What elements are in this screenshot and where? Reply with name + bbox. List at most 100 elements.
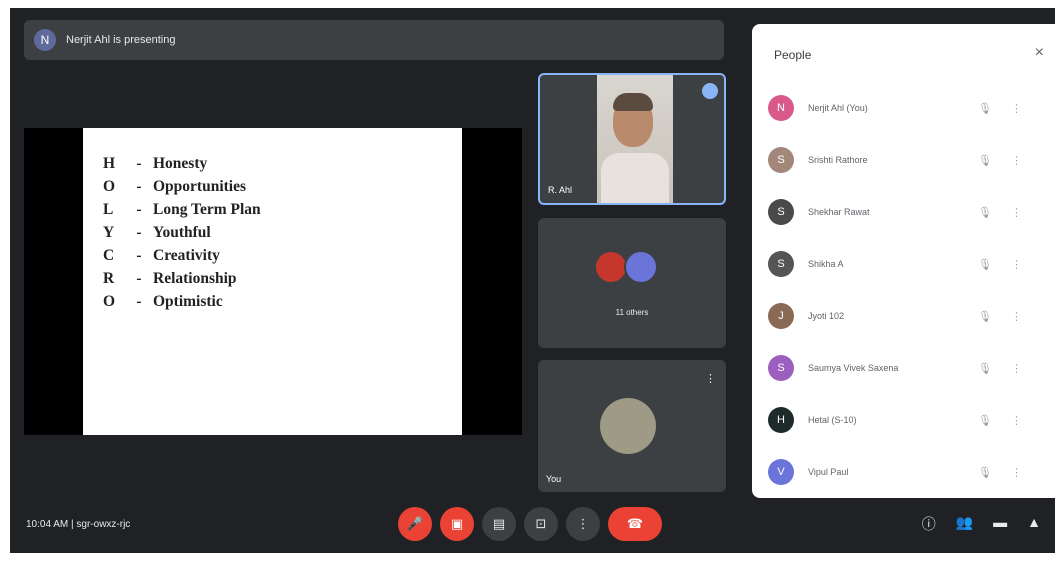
present-icon: ⊡ — [535, 516, 547, 531]
slide-letter: O — [103, 177, 116, 195]
bottom-bar: 10:04 AM | sgr-owxz-rjc 🎤 ▣ ▤ ⊡ ⋮ ☎ ⓘ 👥 … — [10, 495, 1055, 553]
presenting-banner: N Nerjit Ahl is presenting — [24, 20, 724, 60]
slide-letter: R — [103, 269, 115, 287]
meeting-info: 10:04 AM | sgr-owxz-rjc — [26, 518, 131, 530]
presenting-text: Nerjit Ahl is presenting — [66, 34, 176, 46]
list-item[interactable]: J Jyoti 102 🎙 ⋮ — [752, 290, 1055, 342]
slide-word: Optimistic — [153, 292, 223, 310]
slide-row: L - Long Term Plan — [103, 198, 442, 221]
avatar: N — [768, 95, 794, 121]
meet-window: N Nerjit Ahl is presenting H - Honesty O… — [10, 8, 1055, 553]
slide-word: Youthful — [153, 223, 211, 241]
panel-title: People — [774, 48, 812, 62]
person-name: Jyoti 102 — [808, 311, 845, 321]
more-vertical-icon[interactable]: ⋮ — [1011, 102, 1022, 115]
mic-icon: 🎙 — [978, 102, 992, 115]
mic-off-button[interactable]: 🎤 — [398, 507, 432, 541]
avatar: V — [768, 459, 794, 485]
close-icon[interactable]: × — [1035, 44, 1044, 62]
avatar: J — [768, 303, 794, 329]
mic-off-icon: 🎤 — [406, 516, 424, 531]
list-item[interactable]: V Vipul Paul 🎙 ⋮ — [752, 446, 1055, 498]
people-icon[interactable]: 👥 — [956, 514, 973, 534]
list-item[interactable]: H Hetal (S-10) 🎙 ⋮ — [752, 394, 1055, 446]
more-vertical-icon[interactable]: ⋮ — [1011, 258, 1022, 271]
more-options-button[interactable]: ⋮ — [566, 507, 600, 541]
mic-icon: 🎙 — [978, 206, 992, 219]
slide-word: Creativity — [153, 246, 220, 264]
mic-icon: 🎙 — [978, 310, 992, 323]
avatar: S — [768, 355, 794, 381]
slide-row: H - Honesty — [103, 152, 442, 175]
person-name: Saumya Vivek Saxena — [808, 363, 899, 373]
person-name: Vipul Paul — [808, 467, 849, 477]
participant-video — [597, 75, 673, 203]
list-item[interactable]: S Shekhar Rawat 🎙 ⋮ — [752, 186, 1055, 238]
more-vertical-icon[interactable]: ⋮ — [1011, 310, 1022, 323]
person-name: Hetal (S-10) — [808, 415, 857, 425]
list-item[interactable]: S Srishti Rathore 🎙 ⋮ — [752, 134, 1055, 186]
camera-off-button[interactable]: ▣ — [440, 507, 474, 541]
slide-dash: - — [136, 246, 142, 264]
slide-row: C - Creativity — [103, 244, 442, 267]
slide-dash: - — [136, 292, 142, 310]
slide-letter: H — [103, 154, 116, 172]
chat-icon[interactable]: ▬ — [993, 514, 1007, 534]
avatar — [600, 398, 656, 454]
slide-dash: - — [136, 269, 142, 287]
others-tile[interactable]: 11 others — [538, 218, 726, 348]
slide-word: Opportunities — [153, 177, 247, 195]
slide-word: Long Term Plan — [153, 200, 261, 218]
list-item[interactable]: N Nerjit Ahl (You) 🎙 ⋮ — [752, 82, 1055, 134]
participant-tile-pinned[interactable]: R. Ahl — [538, 73, 726, 205]
presentation-stage: H - Honesty O - Opportunities L - Long T… — [24, 128, 522, 435]
person-name: Nerjit Ahl (You) — [808, 103, 868, 113]
more-options-icon[interactable]: ⋮ — [705, 372, 716, 385]
call-controls: 🎤 ▣ ▤ ⊡ ⋮ ☎ — [398, 507, 662, 541]
more-vertical-icon[interactable]: ⋮ — [1011, 154, 1022, 167]
presenter-avatar: N — [34, 29, 56, 51]
slide-dash: - — [136, 223, 142, 241]
more-vertical-icon[interactable]: ⋮ — [1011, 414, 1022, 427]
slide-letter: O — [103, 292, 116, 310]
others-avatars — [594, 250, 658, 284]
camera-off-icon: ▣ — [450, 516, 464, 531]
list-item[interactable]: S Shikha A 🎙 ⋮ — [752, 238, 1055, 290]
people-panel: People × N Nerjit Ahl (You) 🎙 ⋮ S Srisht… — [752, 24, 1055, 498]
slide: H - Honesty O - Opportunities L - Long T… — [83, 128, 462, 435]
people-list: N Nerjit Ahl (You) 🎙 ⋮ S Srishti Rathore… — [752, 82, 1055, 498]
info-icon[interactable]: ⓘ — [922, 514, 936, 534]
mic-icon: 🎙 — [978, 154, 992, 167]
slide-letter: Y — [103, 223, 115, 241]
more-vertical-icon[interactable]: ⋮ — [1011, 362, 1022, 375]
more-vertical-icon[interactable]: ⋮ — [1011, 466, 1022, 479]
avatar — [594, 250, 628, 284]
more-vertical-icon[interactable]: ⋮ — [1011, 206, 1022, 219]
participant-name: R. Ahl — [548, 185, 573, 195]
mic-icon: 🎙 — [978, 258, 992, 271]
mic-icon: 🎙 — [978, 414, 992, 427]
more-vertical-icon: ⋮ — [576, 516, 590, 531]
slide-row: R - Relationship — [103, 267, 442, 290]
captions-button[interactable]: ▤ — [482, 507, 516, 541]
pin-icon[interactable] — [702, 83, 718, 99]
activities-icon[interactable]: ▲ — [1027, 514, 1041, 534]
person-name: Shikha A — [808, 259, 844, 269]
slide-letter: L — [103, 200, 114, 218]
avatar: H — [768, 407, 794, 433]
self-tile[interactable]: ⋮ You — [538, 360, 726, 492]
slide-row: Y - Youthful — [103, 221, 442, 244]
present-button[interactable]: ⊡ — [524, 507, 558, 541]
avatar: S — [768, 251, 794, 277]
person-name: Shekhar Rawat — [808, 207, 870, 217]
avatar: S — [768, 199, 794, 225]
leave-call-button[interactable]: ☎ — [608, 507, 662, 541]
person-name: Srishti Rathore — [808, 155, 868, 165]
slide-word: Relationship — [153, 269, 237, 287]
captions-icon: ▤ — [492, 516, 506, 531]
slide-row: O - Opportunities — [103, 175, 442, 198]
avatar: S — [768, 147, 794, 173]
mic-icon: 🎙 — [978, 362, 992, 375]
list-item[interactable]: S Saumya Vivek Saxena 🎙 ⋮ — [752, 342, 1055, 394]
others-count: 11 others — [615, 308, 649, 317]
